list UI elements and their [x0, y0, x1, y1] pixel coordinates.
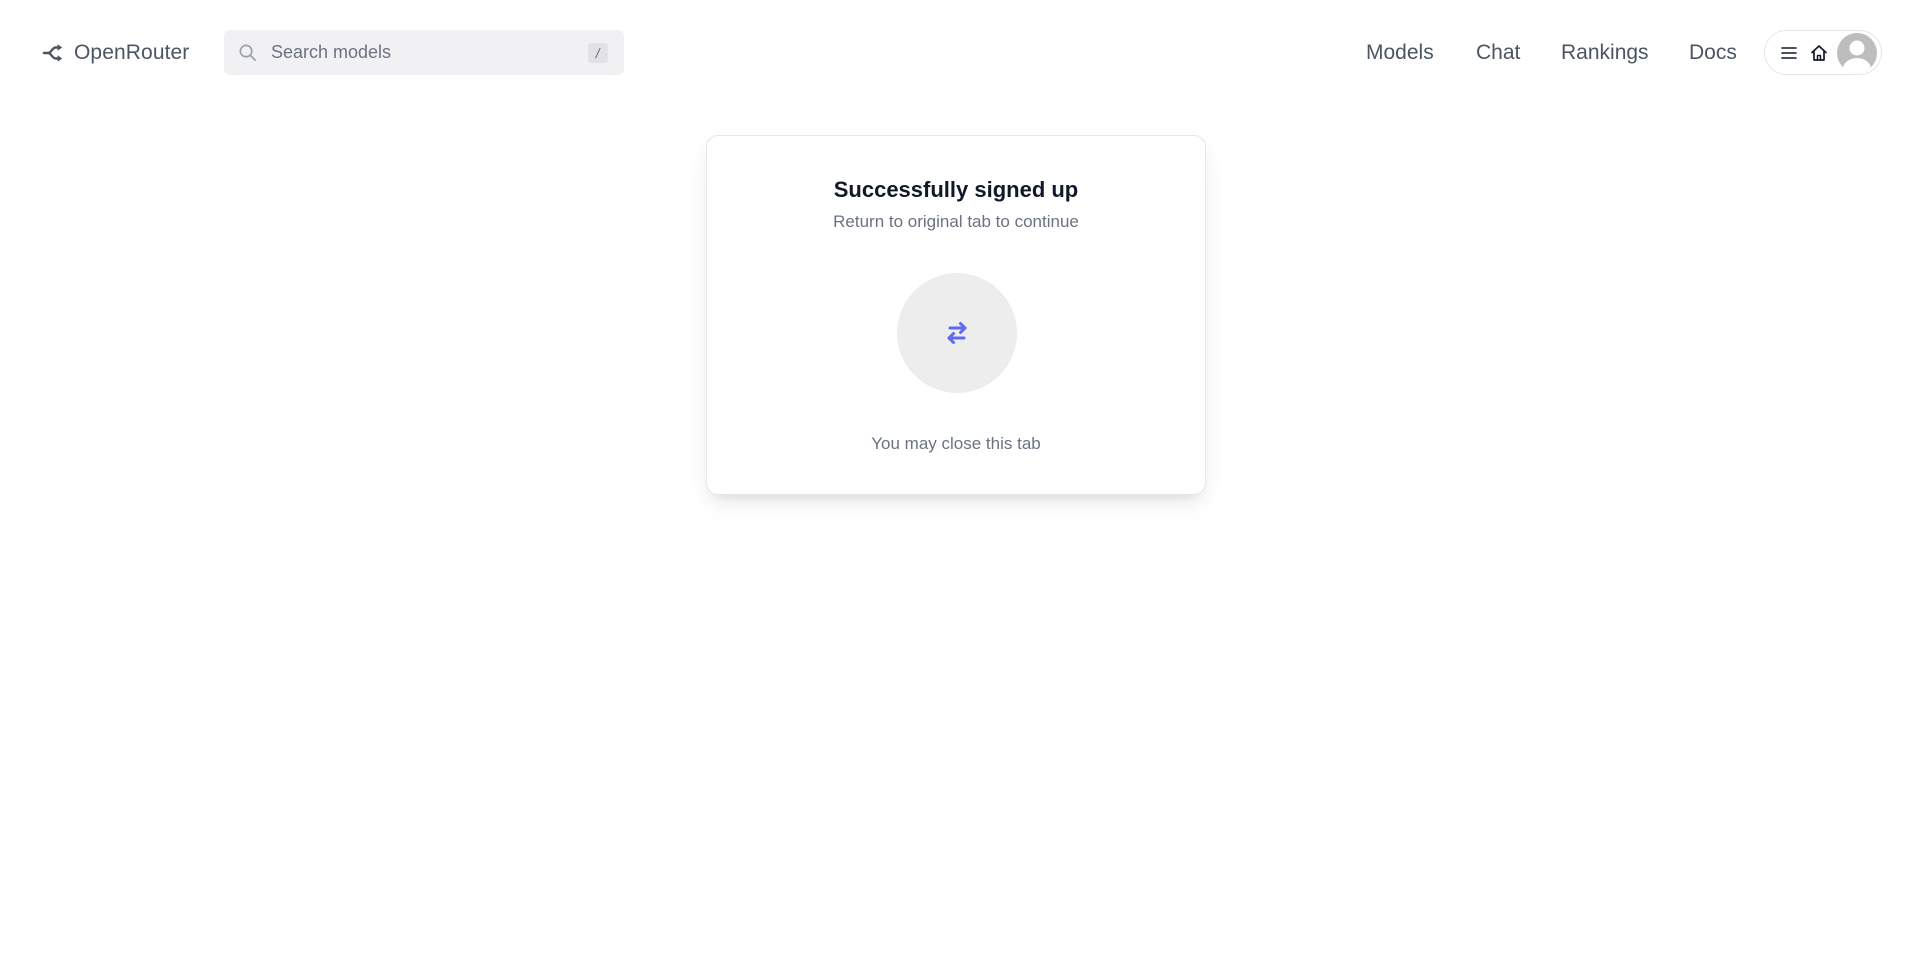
- card-subtitle: Return to original tab to continue: [833, 212, 1079, 231]
- nav-link-docs[interactable]: Docs: [1689, 41, 1737, 65]
- top-navigation-bar: OpenRouter / Models Chat Rankings Docs: [0, 0, 1912, 106]
- nav-link-models[interactable]: Models: [1366, 41, 1434, 65]
- home-icon: [1811, 44, 1827, 61]
- user-menu-button[interactable]: [1764, 30, 1882, 75]
- avatar: [1837, 32, 1877, 73]
- close-tab-note: You may close this tab: [871, 434, 1041, 453]
- search-icon: [239, 44, 256, 61]
- search-input[interactable]: [269, 29, 588, 76]
- user-silhouette-icon: [1843, 40, 1871, 73]
- swap-arrows-icon: [947, 322, 967, 344]
- swap-icon-circle: [897, 273, 1017, 393]
- brand-link[interactable]: OpenRouter: [42, 36, 189, 70]
- search-shortcut-key: /: [588, 42, 608, 63]
- nav-models: Models: [1366, 36, 1434, 70]
- openrouter-logo-icon: [42, 44, 63, 62]
- nav-link-chat[interactable]: Chat: [1476, 41, 1520, 65]
- nav-link-rankings[interactable]: Rankings: [1561, 41, 1649, 65]
- signup-success-card: Successfully signed up Return to origina…: [706, 135, 1206, 495]
- search-box[interactable]: /: [224, 29, 624, 76]
- card-title: Successfully signed up: [833, 177, 1079, 202]
- menu-icon: [1781, 46, 1797, 59]
- nav-chat: Chat: [1476, 36, 1520, 70]
- nav-rankings: Rankings: [1561, 36, 1649, 70]
- brand-name: OpenRouter: [74, 41, 190, 64]
- nav-docs: Docs: [1689, 36, 1737, 70]
